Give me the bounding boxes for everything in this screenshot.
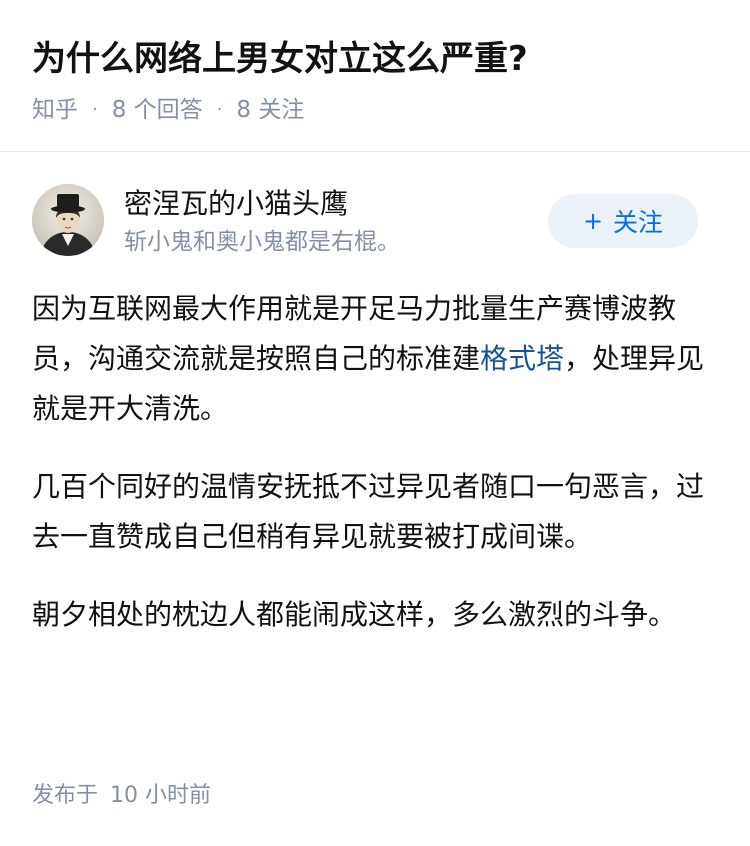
answer-paragraph: 朝夕相处的枕边人都能闹成这样，多么激烈的斗争。 <box>32 598 677 631</box>
author-name[interactable]: 密涅瓦的小猫头鹰 <box>124 184 348 224</box>
publish-label: 发布于 <box>32 783 99 808</box>
source-label[interactable]: 知乎 <box>32 94 78 126</box>
question-header: 为什么网络上男女对立这么严重? 知乎 · 8 个回答 · 8 关注 <box>0 0 750 152</box>
answer-content: 因为互联网最大作用就是开足马力批量生产赛博波教员，沟通交流就是按照自己的标准建格… <box>32 284 722 668</box>
author-card: 密涅瓦的小猫头鹰 斩小鬼和奥小鬼都是右棍。 + 关注 <box>32 182 718 262</box>
plus-icon: + <box>582 207 604 235</box>
publish-info: 发布于 10 小时前 <box>32 780 211 812</box>
avatar[interactable] <box>32 184 104 256</box>
separator-dot: · <box>92 99 98 120</box>
publish-time: 10 小时前 <box>110 783 212 808</box>
answer-paragraph: 几百个同好的温情安抚抵不过异见者随口一句恶言，过去一直赞成自己但稍有异见就要被打… <box>32 470 705 553</box>
answer-paragraph: 因为互联网最大作用就是开足马力批量生产赛博波教员，沟通交流就是按照自己的标准建格… <box>32 284 722 434</box>
author-bio: 斩小鬼和奥小鬼都是右棍。 <box>124 229 400 255</box>
question-meta: 知乎 · 8 个回答 · 8 关注 <box>32 94 304 126</box>
follow-button[interactable]: + 关注 <box>548 194 698 248</box>
question-title[interactable]: 为什么网络上男女对立这么严重? <box>32 36 528 82</box>
answer-count[interactable]: 8 个回答 <box>112 94 203 126</box>
follow-button-label: 关注 <box>613 208 664 237</box>
separator-dot: · <box>216 99 223 120</box>
geshita-link[interactable]: 格式塔 <box>480 342 564 375</box>
follow-count: 8 关注 <box>236 97 305 123</box>
portrait-avatar-icon <box>32 184 104 256</box>
